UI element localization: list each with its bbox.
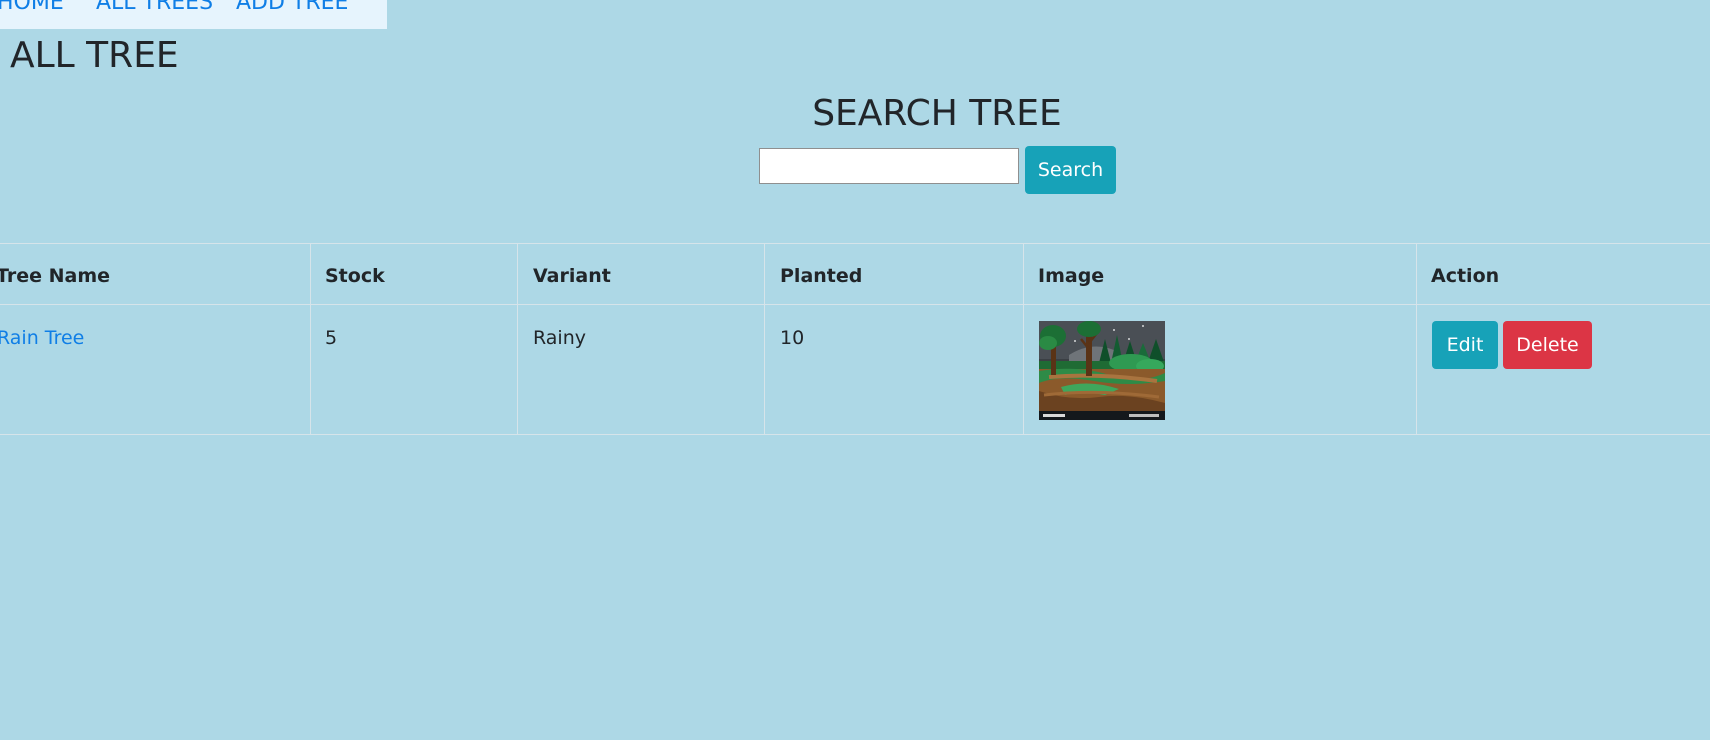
column-divider: [310, 244, 311, 434]
header-tree-name: Tree Name: [0, 265, 111, 287]
stock-value: 5: [325, 327, 338, 349]
header-planted: Planted: [780, 265, 863, 287]
column-divider: [1023, 244, 1024, 434]
header-image: Image: [1038, 265, 1105, 287]
top-nav: HOME ALL TREES ADD TREE: [0, 0, 387, 29]
header-variant: Variant: [533, 265, 611, 287]
page-title: ALL TREE: [10, 35, 179, 76]
variant-value: Rainy: [533, 327, 586, 349]
column-divider: [764, 244, 765, 434]
tree-name-link[interactable]: Rain Tree: [0, 326, 84, 350]
search-input[interactable]: [759, 148, 1019, 184]
table-bottom-border: [0, 434, 1710, 435]
table-top-border: [0, 243, 1710, 244]
column-divider: [517, 244, 518, 434]
header-action: Action: [1431, 265, 1500, 287]
table-header-border: [0, 304, 1710, 305]
edit-button[interactable]: Edit: [1432, 321, 1498, 369]
column-divider: [1416, 244, 1417, 434]
nav-link-home[interactable]: HOME: [0, 0, 64, 20]
search-title: SEARCH TREE: [812, 93, 1062, 134]
planted-value: 10: [780, 327, 805, 349]
header-stock: Stock: [325, 265, 385, 287]
nav-link-add-tree[interactable]: ADD TREE: [236, 0, 348, 20]
search-button[interactable]: Search: [1025, 146, 1116, 194]
nav-link-all-trees[interactable]: ALL TREES: [96, 0, 213, 20]
tree-image: [1039, 321, 1165, 420]
delete-button[interactable]: Delete: [1503, 321, 1592, 369]
